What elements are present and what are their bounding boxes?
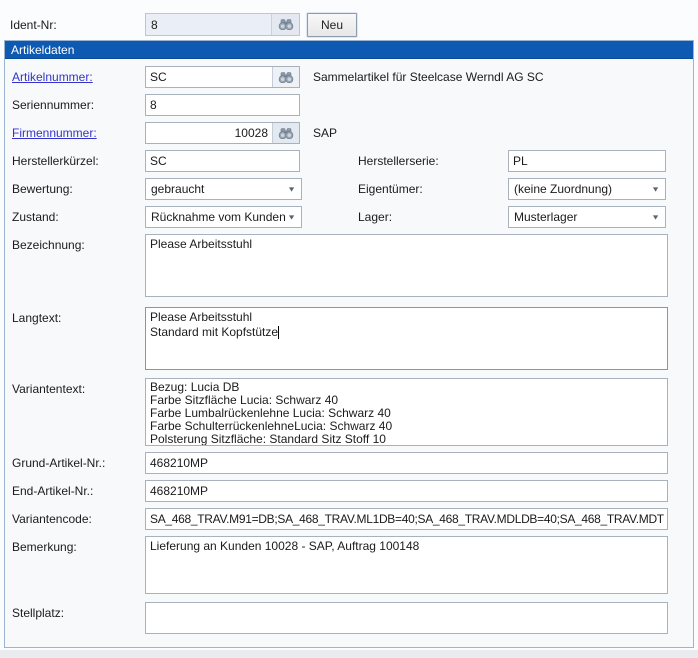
variantencode-label: Variantencode:	[12, 508, 145, 526]
binoculars-icon	[278, 19, 294, 30]
ident-label: Ident-Nr:	[10, 18, 145, 32]
seriennummer-label: Seriennummer:	[12, 94, 145, 112]
eigentuemer-select[interactable]: (keine Zuordnung) ▼	[508, 178, 666, 200]
langtext-label: Langtext:	[12, 307, 145, 325]
neu-button[interactable]: Neu	[307, 13, 357, 37]
chevron-down-icon: ▼	[287, 185, 296, 193]
page-background-strip	[0, 650, 698, 658]
seriennummer-input[interactable]	[145, 94, 300, 116]
artikelnummer-input[interactable]: SC	[145, 66, 300, 88]
grund-artikel-nr-input[interactable]	[145, 452, 668, 474]
lager-select[interactable]: Musterlager ▼	[508, 206, 666, 228]
eigentuemer-label: Eigentümer:	[358, 178, 508, 196]
bezeichnung-label: Bezeichnung:	[12, 234, 145, 252]
variantentext-textarea[interactable]: Bezug: Lucia DB Farbe Sitzfläche Lucia: …	[145, 378, 668, 446]
firmennummer-value: 10028	[146, 123, 272, 143]
binoculars-icon	[278, 72, 294, 83]
text-cursor	[278, 326, 279, 339]
firmennummer-input[interactable]: 10028	[145, 122, 300, 144]
bewertung-select[interactable]: gebraucht ▼	[145, 178, 302, 200]
stellplatz-label: Stellplatz:	[12, 602, 145, 620]
lager-label: Lager:	[358, 206, 508, 224]
firmennummer-lookup-button[interactable]	[272, 123, 299, 143]
binoculars-icon	[278, 128, 294, 139]
ident-input[interactable]: 8	[145, 13, 300, 36]
ident-lookup-button[interactable]	[271, 14, 299, 35]
firmennummer-link[interactable]: Firmennummer:	[12, 126, 97, 140]
herstellerserie-input[interactable]	[508, 150, 666, 172]
bewertung-label: Bewertung:	[12, 178, 145, 196]
zustand-select[interactable]: Rücknahme vom Kunden ▼	[145, 206, 302, 228]
chevron-down-icon: ▼	[287, 213, 296, 221]
variantentext-label: Variantentext:	[12, 378, 145, 396]
grund-artikel-nr-label: Grund-Artikel-Nr.:	[12, 452, 145, 470]
artikelnummer-link[interactable]: Artikelnummer:	[12, 70, 93, 84]
artikelnummer-value: SC	[146, 67, 272, 87]
chevron-down-icon: ▼	[651, 213, 660, 221]
langtext-textarea[interactable]: Please Arbeitsstuhl Standard mit Kopfstü…	[145, 307, 668, 370]
herstellerserie-label: Herstellerserie:	[358, 150, 508, 168]
artikelnummer-lookup-button[interactable]	[272, 67, 299, 87]
firmennummer-description: SAP	[300, 122, 337, 140]
bemerkung-textarea[interactable]: Lieferung an Kunden 10028 - SAP, Auftrag…	[145, 536, 668, 594]
end-artikel-nr-input[interactable]	[145, 480, 668, 502]
artikeldaten-panel: Artikeldaten Artikelnummer: SC Sammelart…	[4, 40, 694, 648]
bezeichnung-textarea[interactable]: Please Arbeitsstuhl	[145, 234, 668, 297]
end-artikel-nr-label: End-Artikel-Nr.:	[12, 480, 145, 498]
chevron-down-icon: ▼	[651, 185, 660, 193]
zustand-label: Zustand:	[12, 206, 145, 224]
panel-title: Artikeldaten	[5, 41, 693, 59]
artikelnummer-description: Sammelartikel für Steelcase Werndl AG SC	[300, 66, 544, 84]
ident-value: 8	[146, 18, 271, 32]
bemerkung-label: Bemerkung:	[12, 536, 145, 554]
herstellerkuerzel-input[interactable]	[145, 150, 300, 172]
variantencode-input[interactable]: SA_468_TRAV.M91=DB;SA_468_TRAV.ML1DB=40;…	[145, 508, 668, 530]
herstellerkuerzel-label: Herstellerkürzel:	[12, 150, 145, 168]
stellplatz-textarea[interactable]	[145, 602, 668, 634]
ident-row: Ident-Nr: 8 Neu	[0, 0, 698, 40]
